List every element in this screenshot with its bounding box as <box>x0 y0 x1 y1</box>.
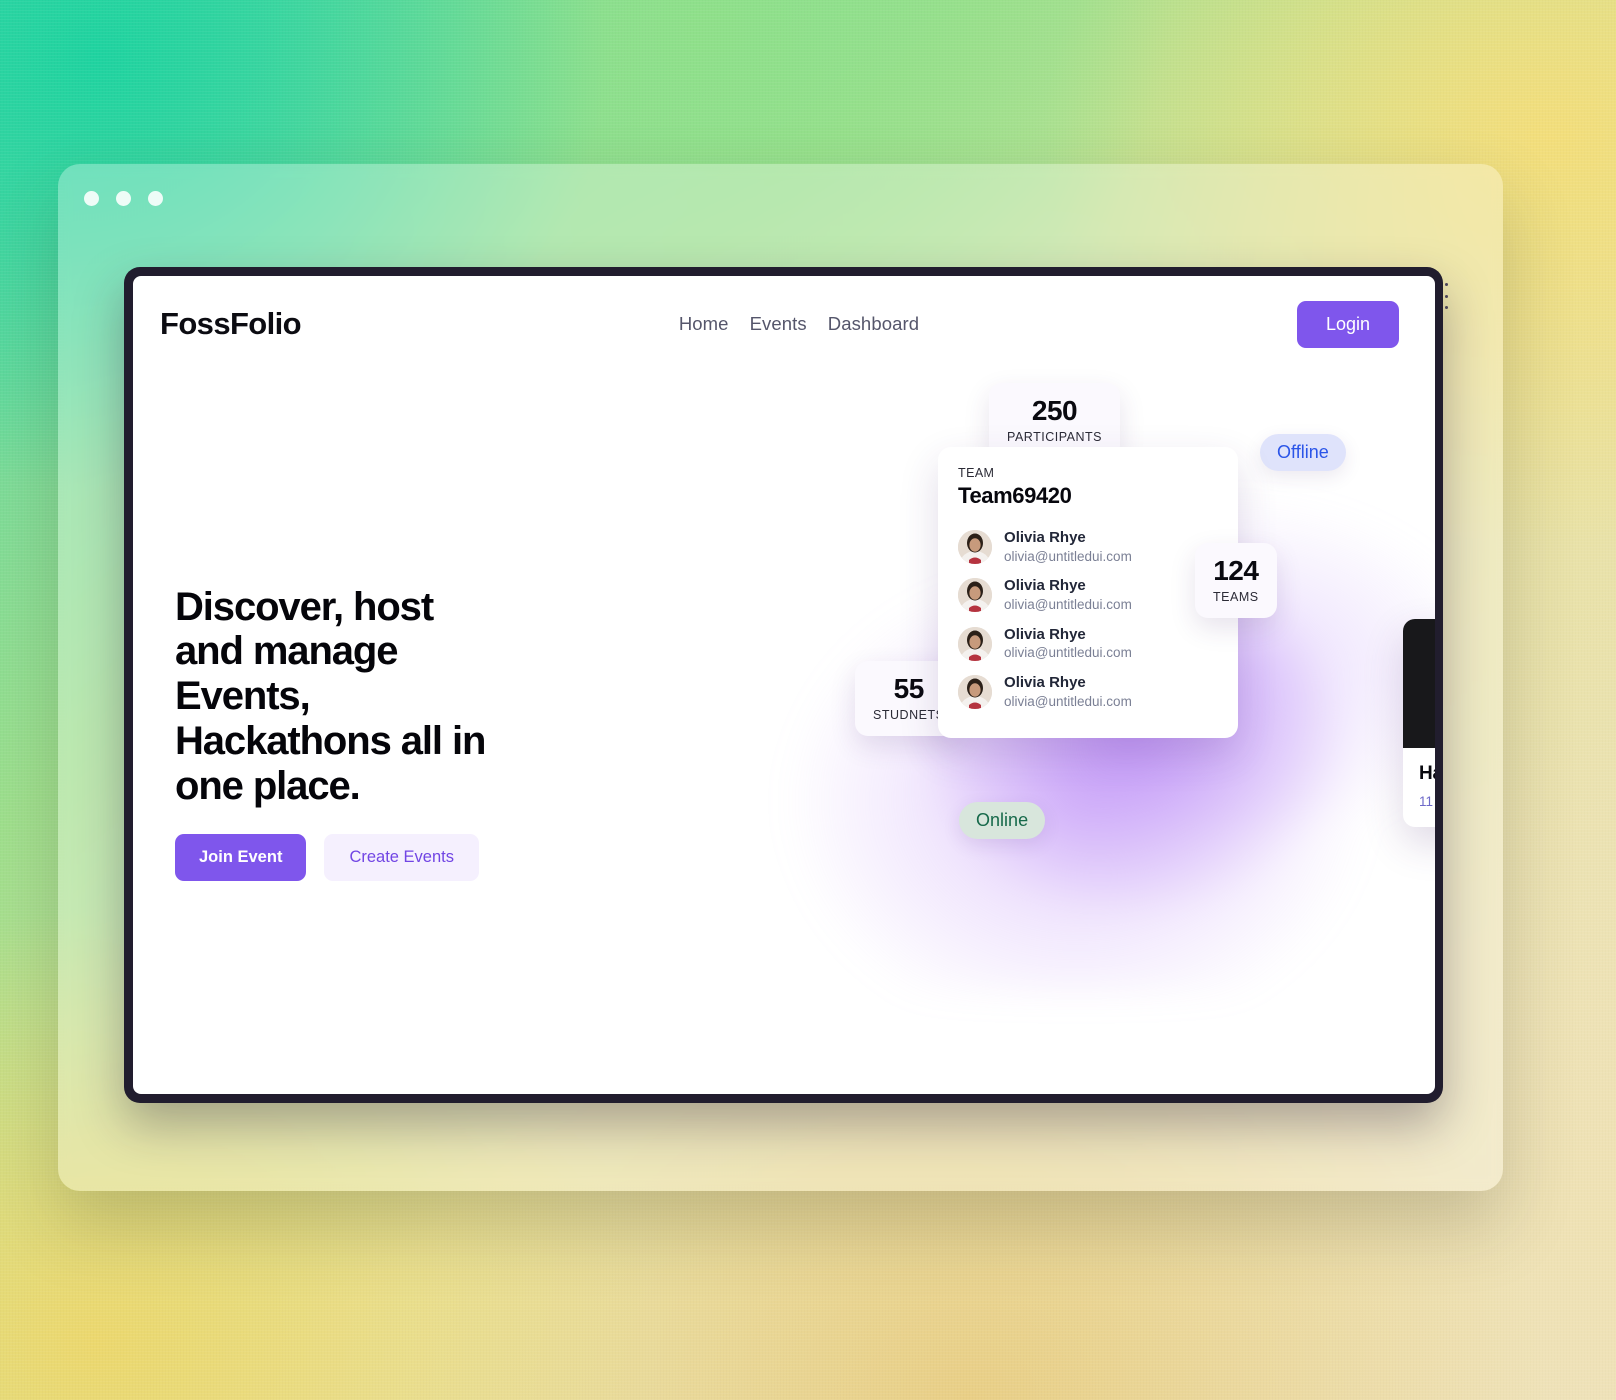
list-item[interactable]: Olivia Rhye olivia@untitledui.com <box>958 571 1218 619</box>
hero-illustration: 250 PARTICIPANTS Offline 55 STUDNETS TEA… <box>786 372 1435 1094</box>
avatar <box>958 626 993 661</box>
member-info: Olivia Rhye olivia@untitledui.com <box>1004 577 1132 613</box>
page-title: Discover, host and manage Events, Hackat… <box>175 584 486 808</box>
stat-value-teams: 124 <box>1213 555 1259 586</box>
team-card: TEAM Team69420 Olivia Rhye olivia@untitl… <box>938 447 1239 739</box>
member-info: Olivia Rhye olivia@untitledui.com <box>1004 529 1132 565</box>
status-badge-offline: Offline <box>1260 434 1346 471</box>
nav-link-dashboard[interactable]: Dashboard <box>828 313 919 335</box>
stat-label-students: STUDNETS <box>873 707 945 722</box>
avatar <box>958 530 993 565</box>
member-name: Olivia Rhye <box>1004 673 1086 691</box>
hero-copy: Discover, host and manage Events, Hackat… <box>133 372 823 1094</box>
member-email: olivia@untitledui.com <box>1004 548 1132 564</box>
list-item[interactable]: Olivia Rhye olivia@untitledui.com <box>958 523 1218 571</box>
hero-section: Discover, host and manage Events, Hackat… <box>133 372 1435 1094</box>
team-card-name: Team69420 <box>958 483 1072 508</box>
member-name: Olivia Rhye <box>1004 529 1086 546</box>
minimize-dot[interactable] <box>116 190 131 206</box>
stat-card-teams: 124 TEAMS <box>1195 543 1277 618</box>
list-item[interactable]: Olivia Rhye olivia@untitledui.com <box>958 620 1218 668</box>
member-email: olivia@untitledui.com <box>1004 693 1132 709</box>
event-card-body: Hacktober 23 Ongoing 11 Dec 2023 → 05 De… <box>1403 748 1435 827</box>
scroll-grip[interactable] <box>1444 283 1449 309</box>
member-name: Olivia Rhye <box>1004 625 1086 643</box>
stat-label-participants: PARTICIPANTS <box>1007 429 1102 444</box>
nav-link-home[interactable]: Home <box>679 313 729 335</box>
browser-window: FossFolio Home Events Dashboard Login Di… <box>124 267 1448 1103</box>
window-titlebar <box>58 164 1503 232</box>
member-info: Olivia Rhye olivia@untitledui.com <box>1004 626 1132 662</box>
stat-value-participants: 250 <box>1031 395 1078 426</box>
brand-logo[interactable]: FossFolio <box>160 306 302 342</box>
create-events-button[interactable]: Create Events <box>324 834 479 882</box>
list-item[interactable]: Olivia Rhye olivia@untitledui.com <box>958 668 1218 716</box>
nav-links: Home Events Dashboard <box>679 313 919 335</box>
team-card-eyebrow: TEAM <box>958 466 995 480</box>
event-title: Hacktober 23 <box>1419 762 1435 784</box>
avatar <box>958 675 993 710</box>
avatar <box>958 578 993 613</box>
member-name: Olivia Rhye <box>1004 577 1086 595</box>
status-badge-online: Online <box>959 802 1046 839</box>
hero-actions: Join Event Create Events <box>175 834 823 882</box>
stat-value-students: 55 <box>893 673 925 704</box>
join-event-button[interactable]: Join Event <box>175 834 307 882</box>
event-date-range: 11 Dec 2023 → 05 Dec 2023 <box>1419 794 1435 809</box>
event-card-header: Hacktober 23 Ongoing <box>1419 762 1435 785</box>
maximize-dot[interactable] <box>148 190 163 206</box>
member-info: Olivia Rhye olivia@untitledui.com <box>1004 674 1132 710</box>
event-start-date: 11 Dec 2023 <box>1419 794 1435 809</box>
member-email: olivia@untitledui.com <box>1004 645 1132 661</box>
close-dot[interactable] <box>84 190 99 206</box>
member-email: olivia@untitledui.com <box>1004 597 1132 613</box>
desktop-wallpaper: FossFolio Home Events Dashboard Login Di… <box>0 0 1616 1400</box>
login-button[interactable]: Login <box>1296 300 1399 348</box>
web-page: FossFolio Home Events Dashboard Login Di… <box>133 276 1435 1094</box>
event-card[interactable]: FOSS UNITED Hacktober 23 Ongoing 11 Dec … <box>1403 619 1435 827</box>
site-navbar: FossFolio Home Events Dashboard Login <box>133 276 1435 372</box>
nav-link-events[interactable]: Events <box>750 313 807 335</box>
stat-label-teams: TEAMS <box>1213 589 1259 604</box>
event-banner: FOSS UNITED <box>1403 619 1435 748</box>
